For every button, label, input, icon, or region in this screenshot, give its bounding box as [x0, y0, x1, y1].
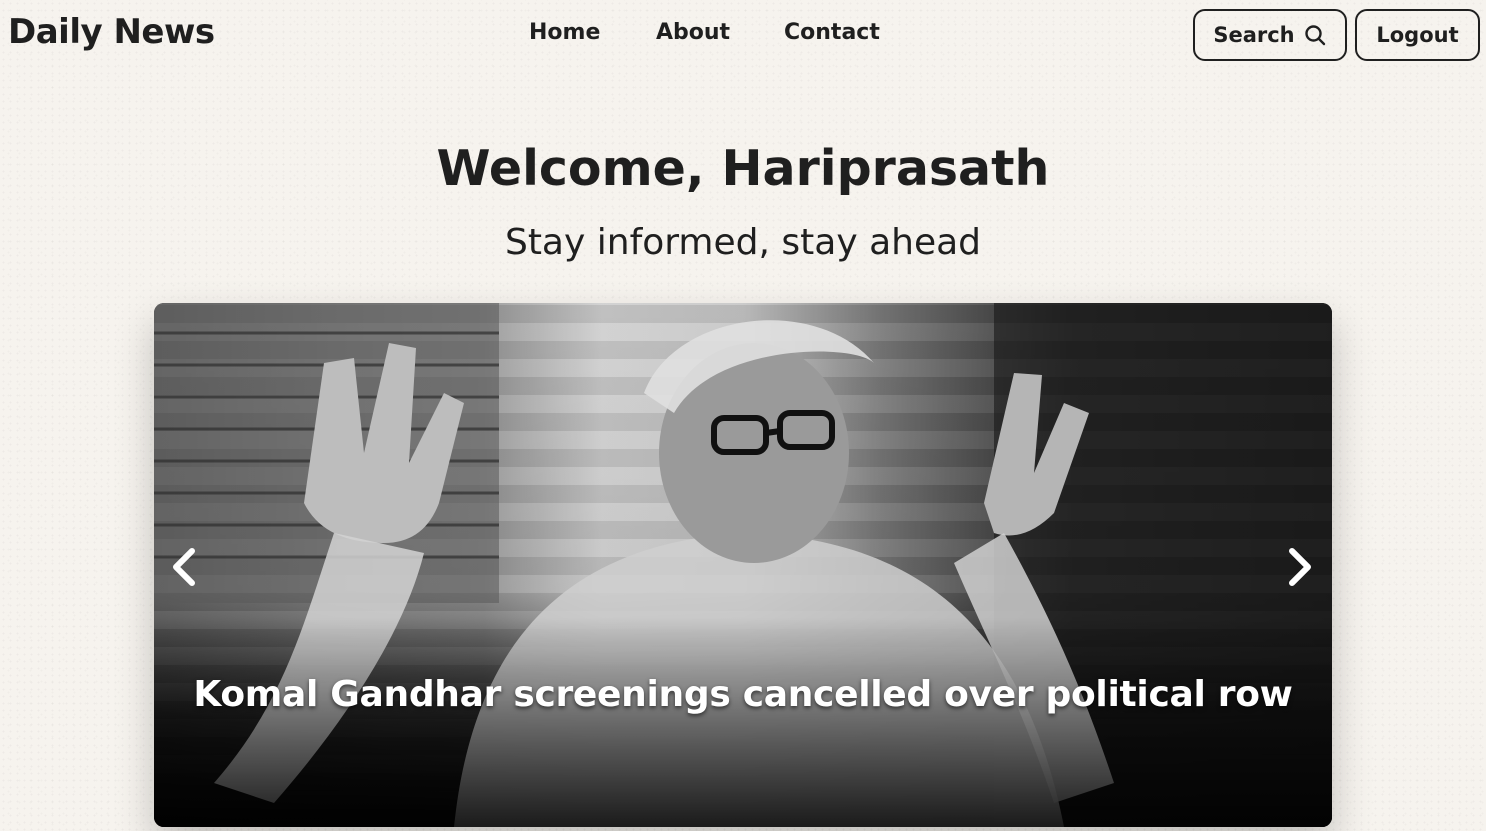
search-icon: [1303, 23, 1327, 47]
navbar: Daily News Home About Contact Search Log…: [0, 0, 1486, 70]
slide-caption[interactable]: Komal Gandhar screenings cancelled over …: [154, 674, 1332, 715]
chevron-left-icon: [173, 548, 195, 586]
search-button-label: Search: [1213, 23, 1295, 47]
tagline: Stay informed, stay ahead: [504, 222, 982, 263]
search-button[interactable]: Search: [1193, 9, 1347, 61]
logout-button-label: Logout: [1376, 23, 1459, 47]
welcome-heading: Welcome, Hariprasath: [436, 140, 1050, 197]
nav-link-contact[interactable]: Contact: [784, 20, 894, 45]
nav-links: Home About Contact: [529, 20, 894, 45]
slide-photo-illustration: [154, 303, 1332, 827]
news-carousel[interactable]: Komal Gandhar screenings cancelled over …: [154, 303, 1332, 827]
logout-button[interactable]: Logout: [1355, 9, 1480, 61]
carousel-prev-button[interactable]: [164, 543, 204, 591]
nav-link-home[interactable]: Home: [529, 20, 656, 45]
brand-logo[interactable]: Daily News: [8, 12, 215, 52]
chevron-right-icon: [1289, 548, 1311, 586]
nav-link-about[interactable]: About: [656, 20, 784, 45]
carousel-next-button[interactable]: [1280, 543, 1320, 591]
